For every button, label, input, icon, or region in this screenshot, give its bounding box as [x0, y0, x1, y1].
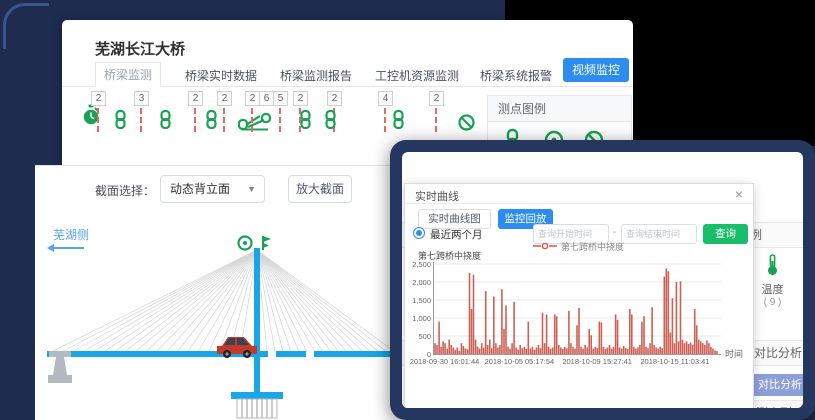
- sensor-dash-line: [140, 108, 142, 132]
- y-tick-label: 1,500: [405, 296, 431, 305]
- tab-monitor-report[interactable]: 桥梁监测报告: [280, 67, 352, 84]
- tab-bridge-monitor[interactable]: 桥梁监测: [95, 62, 161, 87]
- dialog-tab-realtime-curve[interactable]: 实时曲线图: [418, 209, 491, 229]
- ban-icon[interactable]: [458, 114, 475, 136]
- chain-icon[interactable]: [299, 110, 312, 134]
- legend-panel-title: 测点图例: [488, 96, 631, 122]
- abutment: [48, 351, 72, 383]
- tower-anemometer-marker[interactable]: [263, 236, 271, 250]
- tab-system-alarm[interactable]: 桥梁系统报警: [480, 67, 552, 84]
- legend-series-name: 第七跨桥中挠度: [561, 240, 624, 253]
- tower-gps-marker[interactable]: [239, 237, 252, 250]
- sensor-dash-line: [223, 108, 225, 132]
- compare-analysis-button[interactable]: 对比分析: [752, 374, 803, 396]
- y-tick-label: 2,000: [405, 278, 431, 287]
- desktop: 芜湖长江大桥 桥梁监测 桥梁实时数据 桥梁监测报告 工控机资源监测 桥梁系统报警…: [0, 0, 815, 420]
- recent-two-months-label: 最近两个月: [430, 227, 483, 242]
- thermometer-icon: [765, 254, 780, 276]
- chain-icon[interactable]: [324, 110, 337, 134]
- sensor-dash-line: [194, 108, 196, 132]
- sensor-count-badge: 2: [188, 91, 203, 106]
- query-end-time-input[interactable]: [621, 224, 697, 244]
- x-tick-label: 2018-10-05 05:17:54: [482, 357, 556, 366]
- y-tick-label: 1,000: [405, 314, 431, 323]
- sensor-dash-line: [384, 108, 386, 132]
- chart-legend: 第七跨桥中挠度: [533, 241, 624, 251]
- sensor-count-badge: 4: [378, 91, 393, 106]
- section-select-value: 动态背立面: [170, 182, 230, 196]
- sensor-dash-line: [435, 108, 437, 132]
- legend-marker-icon: [533, 242, 557, 250]
- x-axis-title: 时间: [725, 347, 743, 360]
- page-title: 芜湖长江大桥: [95, 38, 185, 59]
- overlay-window-frame: 测点图例 温度 ( 9 ) 对比分析 对比分析 桥梁测点列表 实时曲线 × 实时…: [390, 140, 815, 420]
- sensor-dash-line: [279, 108, 281, 132]
- recent-two-months-radio[interactable]: [413, 227, 425, 239]
- tab-realtime-data[interactable]: 桥梁实时数据: [185, 67, 257, 84]
- realtime-curve-dialog: 实时曲线 × 实时曲线图 监控回放 最近两个月 - 查询 第七跨桥中挠度: [404, 183, 754, 408]
- enlarge-section-button[interactable]: 放大截面: [288, 175, 352, 203]
- sensor-count-badge: 2: [429, 91, 444, 106]
- bridge-diagram: [35, 234, 400, 420]
- section-select-dropdown[interactable]: 动态背立面 ▼: [160, 175, 265, 203]
- double-icon[interactable]: [238, 112, 272, 136]
- sensor-count-badge: 5: [273, 91, 288, 106]
- frame-corner-decoration: [3, 3, 49, 49]
- deflection-chart: [433, 262, 721, 355]
- x-tick-label: 2018-10-15 11:03:41: [638, 357, 712, 366]
- overlay-window-page: 测点图例 温度 ( 9 ) 对比分析 对比分析 桥梁测点列表 实时曲线 × 实时…: [402, 152, 803, 408]
- y-tick-label: 500: [405, 332, 431, 341]
- x-tick-label: 2018-09-30 16:01:44: [408, 357, 482, 366]
- chain-icon[interactable]: [159, 110, 172, 134]
- sensor-dash-line: [97, 108, 99, 132]
- tab-ipc-resource[interactable]: 工控机资源监测: [375, 67, 459, 84]
- y-tick-label: 2,500: [405, 260, 431, 269]
- video-monitor-button[interactable]: 视频监控: [563, 58, 629, 82]
- sensor-count-badge: 2: [327, 91, 342, 106]
- sensor-count-badge: 6: [259, 91, 274, 106]
- chain-icon[interactable]: [205, 110, 218, 134]
- sensor-count-badge: 2: [91, 91, 106, 106]
- chevron-down-icon: ▼: [247, 176, 256, 202]
- section-select-label: 截面选择：: [95, 182, 155, 199]
- date-range-separator: -: [610, 227, 619, 238]
- close-icon[interactable]: ×: [735, 186, 743, 202]
- chain-icon[interactable]: [392, 110, 405, 134]
- sensor-count-badge: 2: [245, 91, 260, 106]
- search-button[interactable]: 查询: [703, 224, 748, 244]
- dialog-title: 实时曲线: [415, 188, 459, 204]
- sensor-dash-line: [251, 108, 253, 132]
- sensor-count-badge: 3: [134, 91, 149, 106]
- chain-icon[interactable]: [114, 110, 127, 134]
- sensor-count-badge: 2: [293, 91, 308, 106]
- sensor-count-badge: 2: [217, 91, 232, 106]
- x-tick-label: 2018-10-09 15:27:41: [560, 357, 634, 366]
